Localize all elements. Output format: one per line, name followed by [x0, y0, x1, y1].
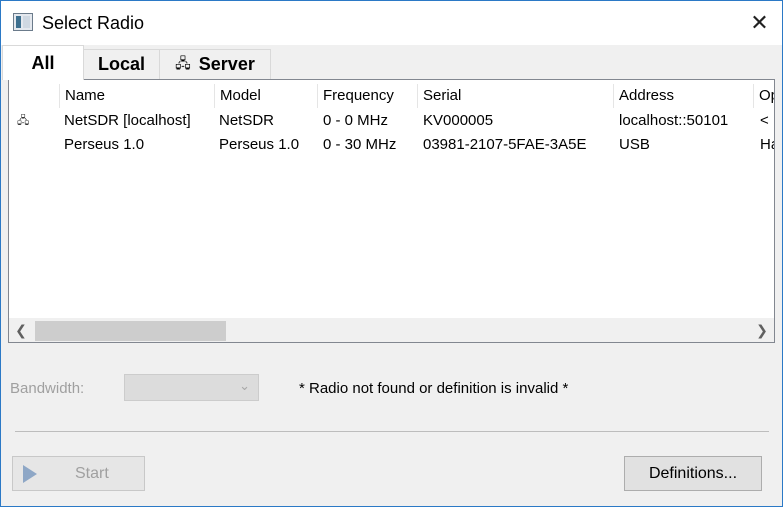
bandwidth-select[interactable]: ⌄ — [124, 374, 259, 401]
table-row[interactable]: 🖧 NetSDR [localhost] NetSDR 0 - 0 MHz KV… — [9, 109, 774, 133]
table-row[interactable]: Perseus 1.0 Perseus 1.0 0 - 30 MHz 03981… — [9, 133, 774, 157]
network-icon: 🖧 — [17, 115, 30, 127]
cell-frequency: 0 - 0 MHz — [323, 112, 389, 129]
tab-bar: All Local 🖧 Server — [1, 45, 782, 80]
start-button[interactable]: Start — [12, 456, 145, 491]
tab-all-label: All — [31, 52, 55, 73]
column-header-op[interactable]: Op — [753, 84, 774, 108]
start-button-label: Start — [75, 465, 109, 482]
title-bar: Select Radio ✕ — [1, 1, 782, 45]
cell-serial: 03981-2107-5FAE-3A5E — [423, 136, 587, 153]
radio-table[interactable]: Name Model Frequency Serial Address Op 🖧… — [8, 79, 775, 343]
definitions-button[interactable]: Definitions... — [624, 456, 762, 491]
cell-name: NetSDR [localhost] — [64, 112, 191, 129]
chevron-down-icon: ⌄ — [239, 378, 250, 393]
horizontal-scrollbar[interactable]: ❮ ❯ — [9, 318, 774, 342]
tab-server[interactable]: 🖧 Server — [159, 49, 271, 79]
cell-address: USB — [619, 136, 650, 153]
scroll-right-icon[interactable]: ❯ — [750, 318, 774, 342]
column-header-name[interactable]: Name — [59, 84, 215, 108]
select-radio-dialog: Select Radio ✕ All Local 🖧 Server Name M… — [0, 0, 783, 507]
cell-extra: Ha — [760, 136, 774, 153]
cell-extra: < — [760, 112, 769, 129]
scrollbar-thumb[interactable] — [35, 321, 226, 341]
column-header-model[interactable]: Model — [214, 84, 318, 108]
status-message: * Radio not found or definition is inval… — [299, 380, 569, 397]
tab-local-label: Local — [97, 54, 145, 74]
cell-name: Perseus 1.0 — [64, 136, 145, 153]
close-button[interactable]: ✕ — [737, 1, 782, 45]
tab-local[interactable]: Local — [83, 49, 160, 79]
divider — [15, 431, 769, 432]
bandwidth-label: Bandwidth: — [10, 380, 85, 397]
cell-frequency: 0 - 30 MHz — [323, 136, 397, 153]
scroll-left-icon[interactable]: ❮ — [9, 318, 33, 342]
column-header-address[interactable]: Address — [613, 84, 754, 108]
definitions-button-label: Definitions... — [648, 464, 738, 482]
tab-all[interactable]: All — [2, 45, 84, 80]
cell-serial: KV000005 — [423, 112, 494, 129]
cell-address: localhost::50101 — [619, 112, 729, 129]
cell-model: Perseus 1.0 — [219, 136, 300, 153]
cell-model: NetSDR — [219, 112, 275, 129]
window-title: Select Radio — [42, 13, 145, 33]
network-icon: 🖧 — [175, 54, 191, 71]
tab-server-label: Server — [198, 54, 255, 74]
app-icon — [13, 13, 33, 31]
column-header-serial[interactable]: Serial — [417, 84, 614, 108]
table-header: Name Model Frequency Serial Address Op — [9, 84, 774, 109]
play-icon — [23, 465, 37, 483]
column-header-frequency[interactable]: Frequency — [317, 84, 418, 108]
